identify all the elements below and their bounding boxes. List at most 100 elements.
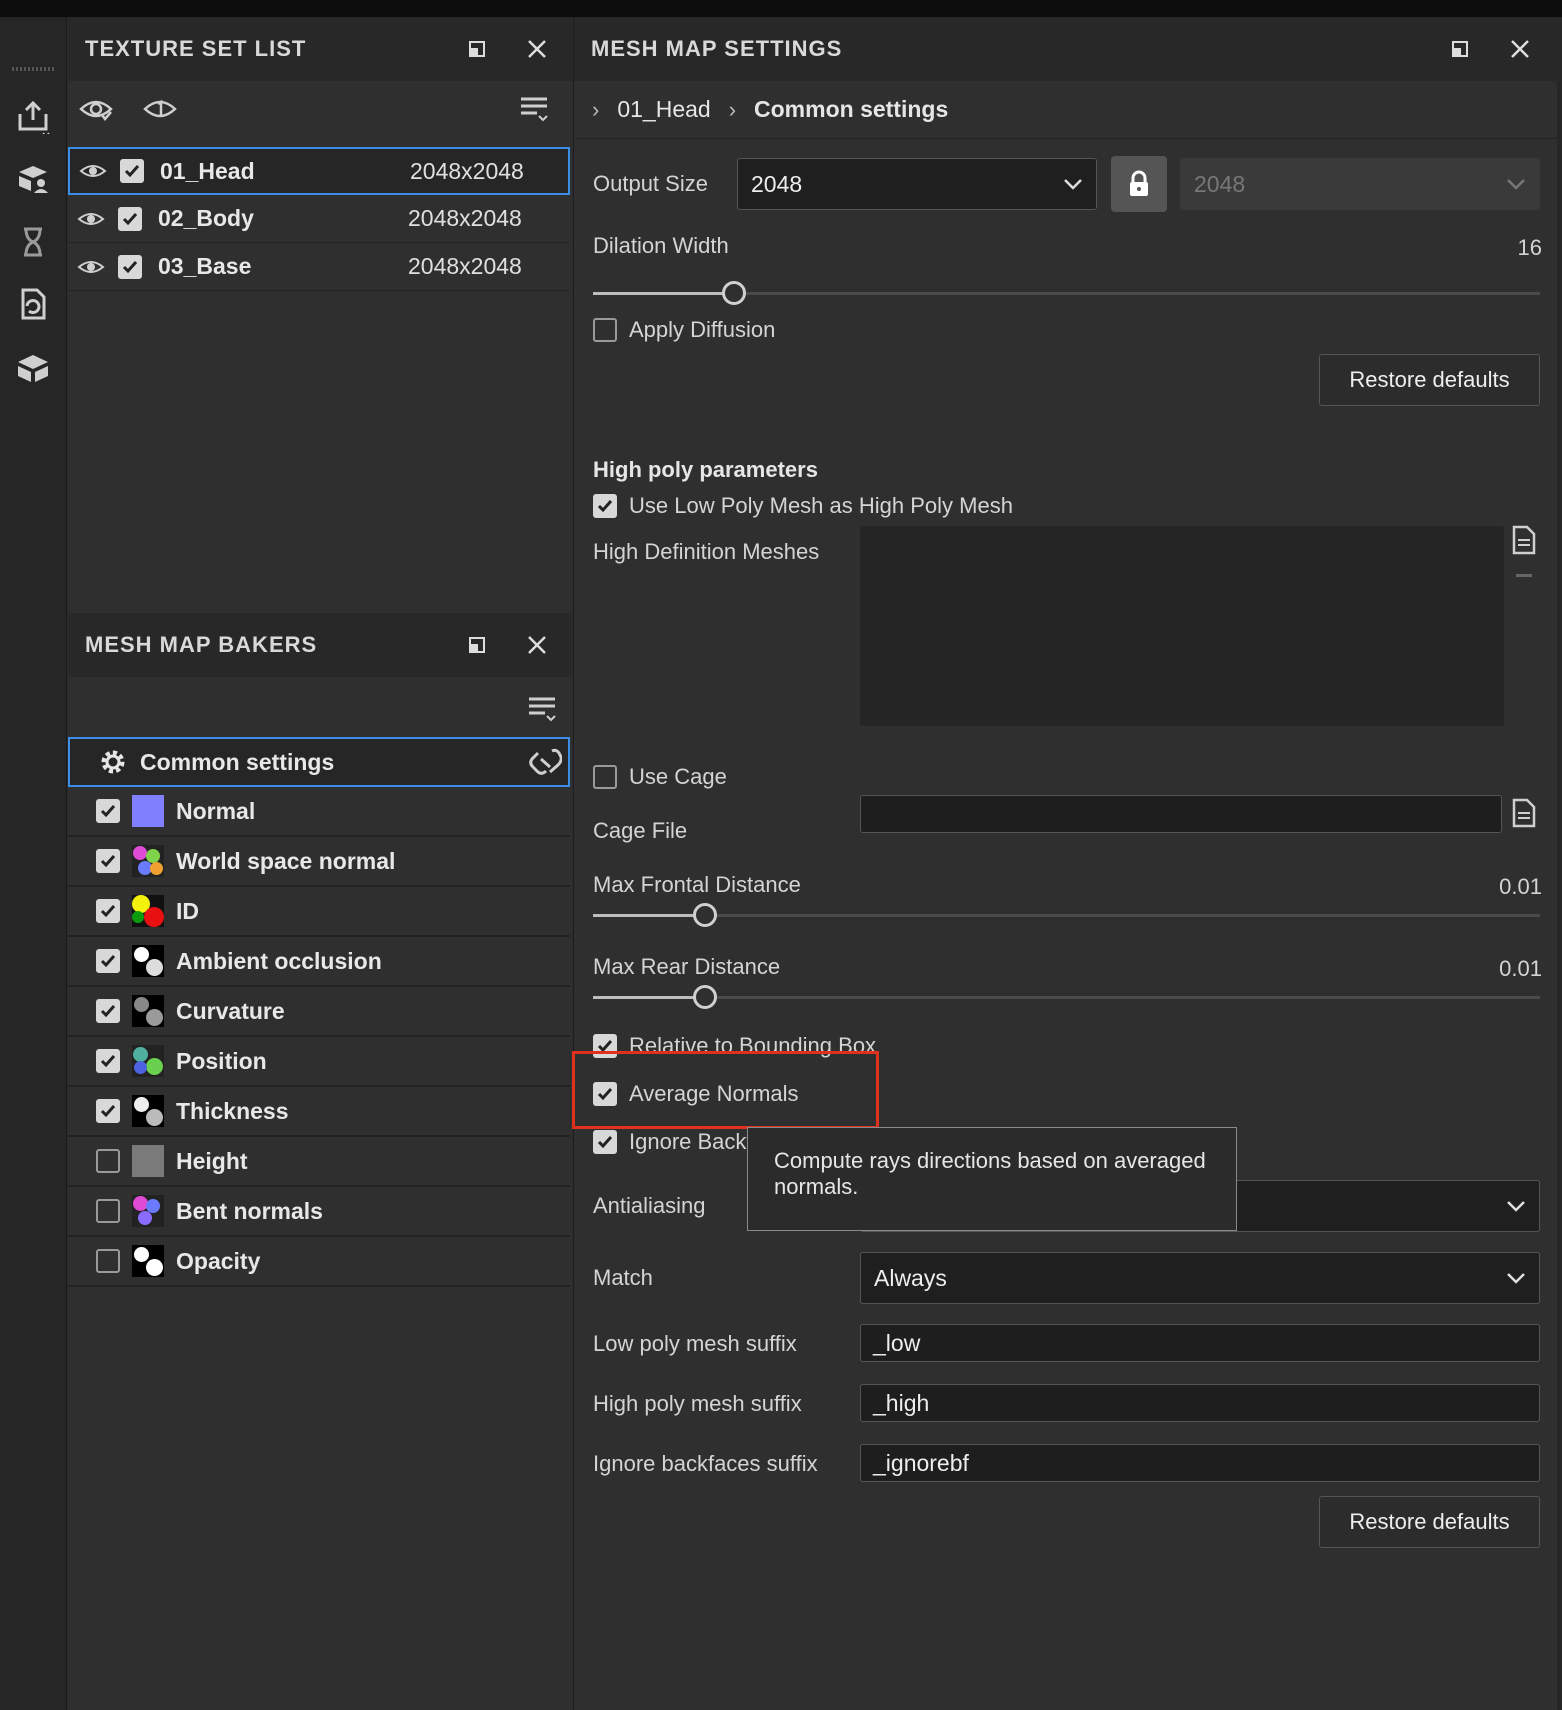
checkbox[interactable] bbox=[593, 318, 617, 342]
antialiasing-label: Antialiasing bbox=[593, 1193, 706, 1218]
use-cage-label: Use Cage bbox=[629, 764, 727, 789]
eye-icon[interactable] bbox=[76, 204, 106, 234]
slider-fill bbox=[593, 996, 697, 999]
close-icon[interactable] bbox=[523, 35, 551, 63]
use-low-as-high-checkbox[interactable]: Use Low Poly Mesh as High Poly Mesh bbox=[593, 493, 1013, 519]
file-browse-icon[interactable] bbox=[1511, 798, 1537, 828]
checkbox[interactable] bbox=[593, 765, 617, 789]
common-settings-row[interactable]: Common settings bbox=[68, 737, 570, 787]
bakers-options-icon[interactable] bbox=[526, 693, 558, 725]
scrollbar[interactable] bbox=[1557, 81, 1562, 1710]
texture-set-icon[interactable] bbox=[12, 157, 54, 199]
eye-icon[interactable] bbox=[78, 156, 108, 186]
baker-row[interactable]: Thickness bbox=[68, 1087, 570, 1137]
use-cage-checkbox[interactable]: Use Cage bbox=[593, 764, 727, 790]
dilation-width-value[interactable]: 16 bbox=[1518, 235, 1542, 261]
baker-checkbox[interactable] bbox=[96, 999, 120, 1023]
add-file-icon[interactable] bbox=[1511, 525, 1537, 555]
list-options-icon[interactable] bbox=[518, 93, 550, 125]
cage-file-input[interactable] bbox=[860, 795, 1502, 833]
output-size-select[interactable]: 2048 bbox=[737, 158, 1097, 210]
texture-set-checkbox[interactable] bbox=[118, 254, 142, 279]
slider-handle[interactable] bbox=[693, 985, 717, 1009]
baker-row[interactable]: Ambient occlusion bbox=[68, 937, 570, 987]
max-frontal-distance-value[interactable]: 0.01 bbox=[1499, 874, 1542, 900]
restore-defaults-button[interactable]: Restore defaults bbox=[1319, 354, 1540, 406]
slider-handle[interactable] bbox=[722, 281, 746, 305]
texture-set-resolution: 2048x2048 bbox=[408, 205, 522, 231]
panel-title: MESH MAP SETTINGS bbox=[591, 36, 843, 61]
close-icon[interactable] bbox=[1506, 35, 1534, 63]
checkbox[interactable] bbox=[593, 1130, 617, 1154]
ignore-backfaces-suffix-input[interactable]: _ignorebf bbox=[860, 1444, 1540, 1482]
dilation-width-slider[interactable] bbox=[593, 279, 1540, 309]
max-rear-distance-value[interactable]: 0.01 bbox=[1499, 956, 1542, 982]
texture-set-row[interactable]: 03_Base 2048x2048 bbox=[68, 243, 570, 291]
refresh-document-icon[interactable] bbox=[12, 283, 54, 325]
baker-name: Curvature bbox=[176, 997, 285, 1024]
baker-checkbox[interactable] bbox=[96, 1099, 120, 1123]
mesh-cube-icon[interactable] bbox=[12, 347, 54, 389]
export-icon[interactable] bbox=[12, 95, 54, 137]
restore-defaults-button[interactable]: Restore defaults bbox=[1319, 1496, 1540, 1548]
texture-set-name: 03_Base bbox=[158, 253, 252, 279]
baker-row[interactable]: Position bbox=[68, 1037, 570, 1087]
high-definition-meshes-list[interactable] bbox=[860, 526, 1504, 726]
visibility-toggle-all-icon[interactable] bbox=[78, 91, 114, 127]
low-poly-suffix-label: Low poly mesh suffix bbox=[593, 1331, 797, 1356]
maximize-icon[interactable] bbox=[463, 631, 491, 659]
lock-ratio-button[interactable] bbox=[1111, 156, 1167, 212]
match-select[interactable]: Always bbox=[860, 1252, 1540, 1304]
checkbox[interactable] bbox=[593, 494, 617, 518]
eye-icon[interactable] bbox=[76, 252, 106, 282]
baker-swatch-icon bbox=[132, 995, 164, 1027]
slider-track[interactable] bbox=[593, 996, 1540, 999]
maximize-icon[interactable] bbox=[463, 35, 491, 63]
baker-checkbox[interactable] bbox=[96, 949, 120, 973]
chevron-down-icon bbox=[1507, 1201, 1525, 1212]
max-frontal-distance-slider[interactable] bbox=[593, 901, 1540, 931]
baker-name: Position bbox=[176, 1047, 267, 1074]
close-icon[interactable] bbox=[523, 631, 551, 659]
texture-set-tools bbox=[68, 81, 572, 137]
slider-fill bbox=[593, 914, 697, 917]
baker-checkbox[interactable] bbox=[96, 1249, 120, 1273]
low-poly-suffix-input[interactable]: _low bbox=[860, 1324, 1540, 1362]
texture-set-checkbox[interactable] bbox=[120, 159, 144, 183]
slider-track[interactable] bbox=[593, 914, 1540, 917]
baker-row[interactable]: World space normal bbox=[68, 837, 570, 887]
baker-checkbox[interactable] bbox=[96, 849, 120, 873]
apply-diffusion-label: Apply Diffusion bbox=[629, 317, 776, 342]
baker-checkbox[interactable] bbox=[96, 1149, 120, 1173]
texture-set-row[interactable]: 02_Body 2048x2048 bbox=[68, 195, 570, 243]
baker-checkbox[interactable] bbox=[96, 1049, 120, 1073]
baker-checkbox[interactable] bbox=[96, 799, 120, 823]
lock-icon bbox=[1130, 170, 1148, 196]
baker-row[interactable]: Height bbox=[68, 1137, 570, 1187]
texture-set-checkbox[interactable] bbox=[118, 206, 142, 231]
remove-item-icon[interactable] bbox=[1516, 574, 1532, 577]
slider-handle[interactable] bbox=[693, 903, 717, 927]
history-icon[interactable] bbox=[12, 221, 54, 263]
maximize-icon[interactable] bbox=[1446, 35, 1474, 63]
baker-row[interactable]: Normal bbox=[68, 787, 570, 837]
baker-row[interactable]: Curvature bbox=[68, 987, 570, 1037]
toolbar-grip[interactable] bbox=[12, 67, 54, 71]
texture-set-row[interactable]: 01_Head 2048x2048 bbox=[68, 147, 570, 195]
breadcrumb-texture-set[interactable]: 01_Head bbox=[617, 96, 710, 123]
max-rear-distance-slider[interactable] bbox=[593, 983, 1540, 1013]
link-icon[interactable] bbox=[528, 747, 563, 777]
high-poly-suffix-input[interactable]: _high bbox=[860, 1384, 1540, 1422]
baker-name: ID bbox=[176, 897, 199, 924]
high-poly-section-title: High poly parameters bbox=[593, 457, 818, 482]
baker-row[interactable]: Bent normals bbox=[68, 1187, 570, 1237]
tooltip: Compute rays directions based on average… bbox=[747, 1127, 1237, 1231]
baker-swatch-icon bbox=[132, 1045, 164, 1077]
baker-checkbox[interactable] bbox=[96, 1199, 120, 1223]
baker-row[interactable]: ID bbox=[68, 887, 570, 937]
breadcrumb-current: Common settings bbox=[754, 96, 949, 122]
apply-diffusion-checkbox[interactable]: Apply Diffusion bbox=[593, 317, 775, 343]
baker-checkbox[interactable] bbox=[96, 899, 120, 923]
solo-visibility-icon[interactable] bbox=[142, 91, 178, 127]
baker-row[interactable]: Opacity bbox=[68, 1237, 570, 1287]
